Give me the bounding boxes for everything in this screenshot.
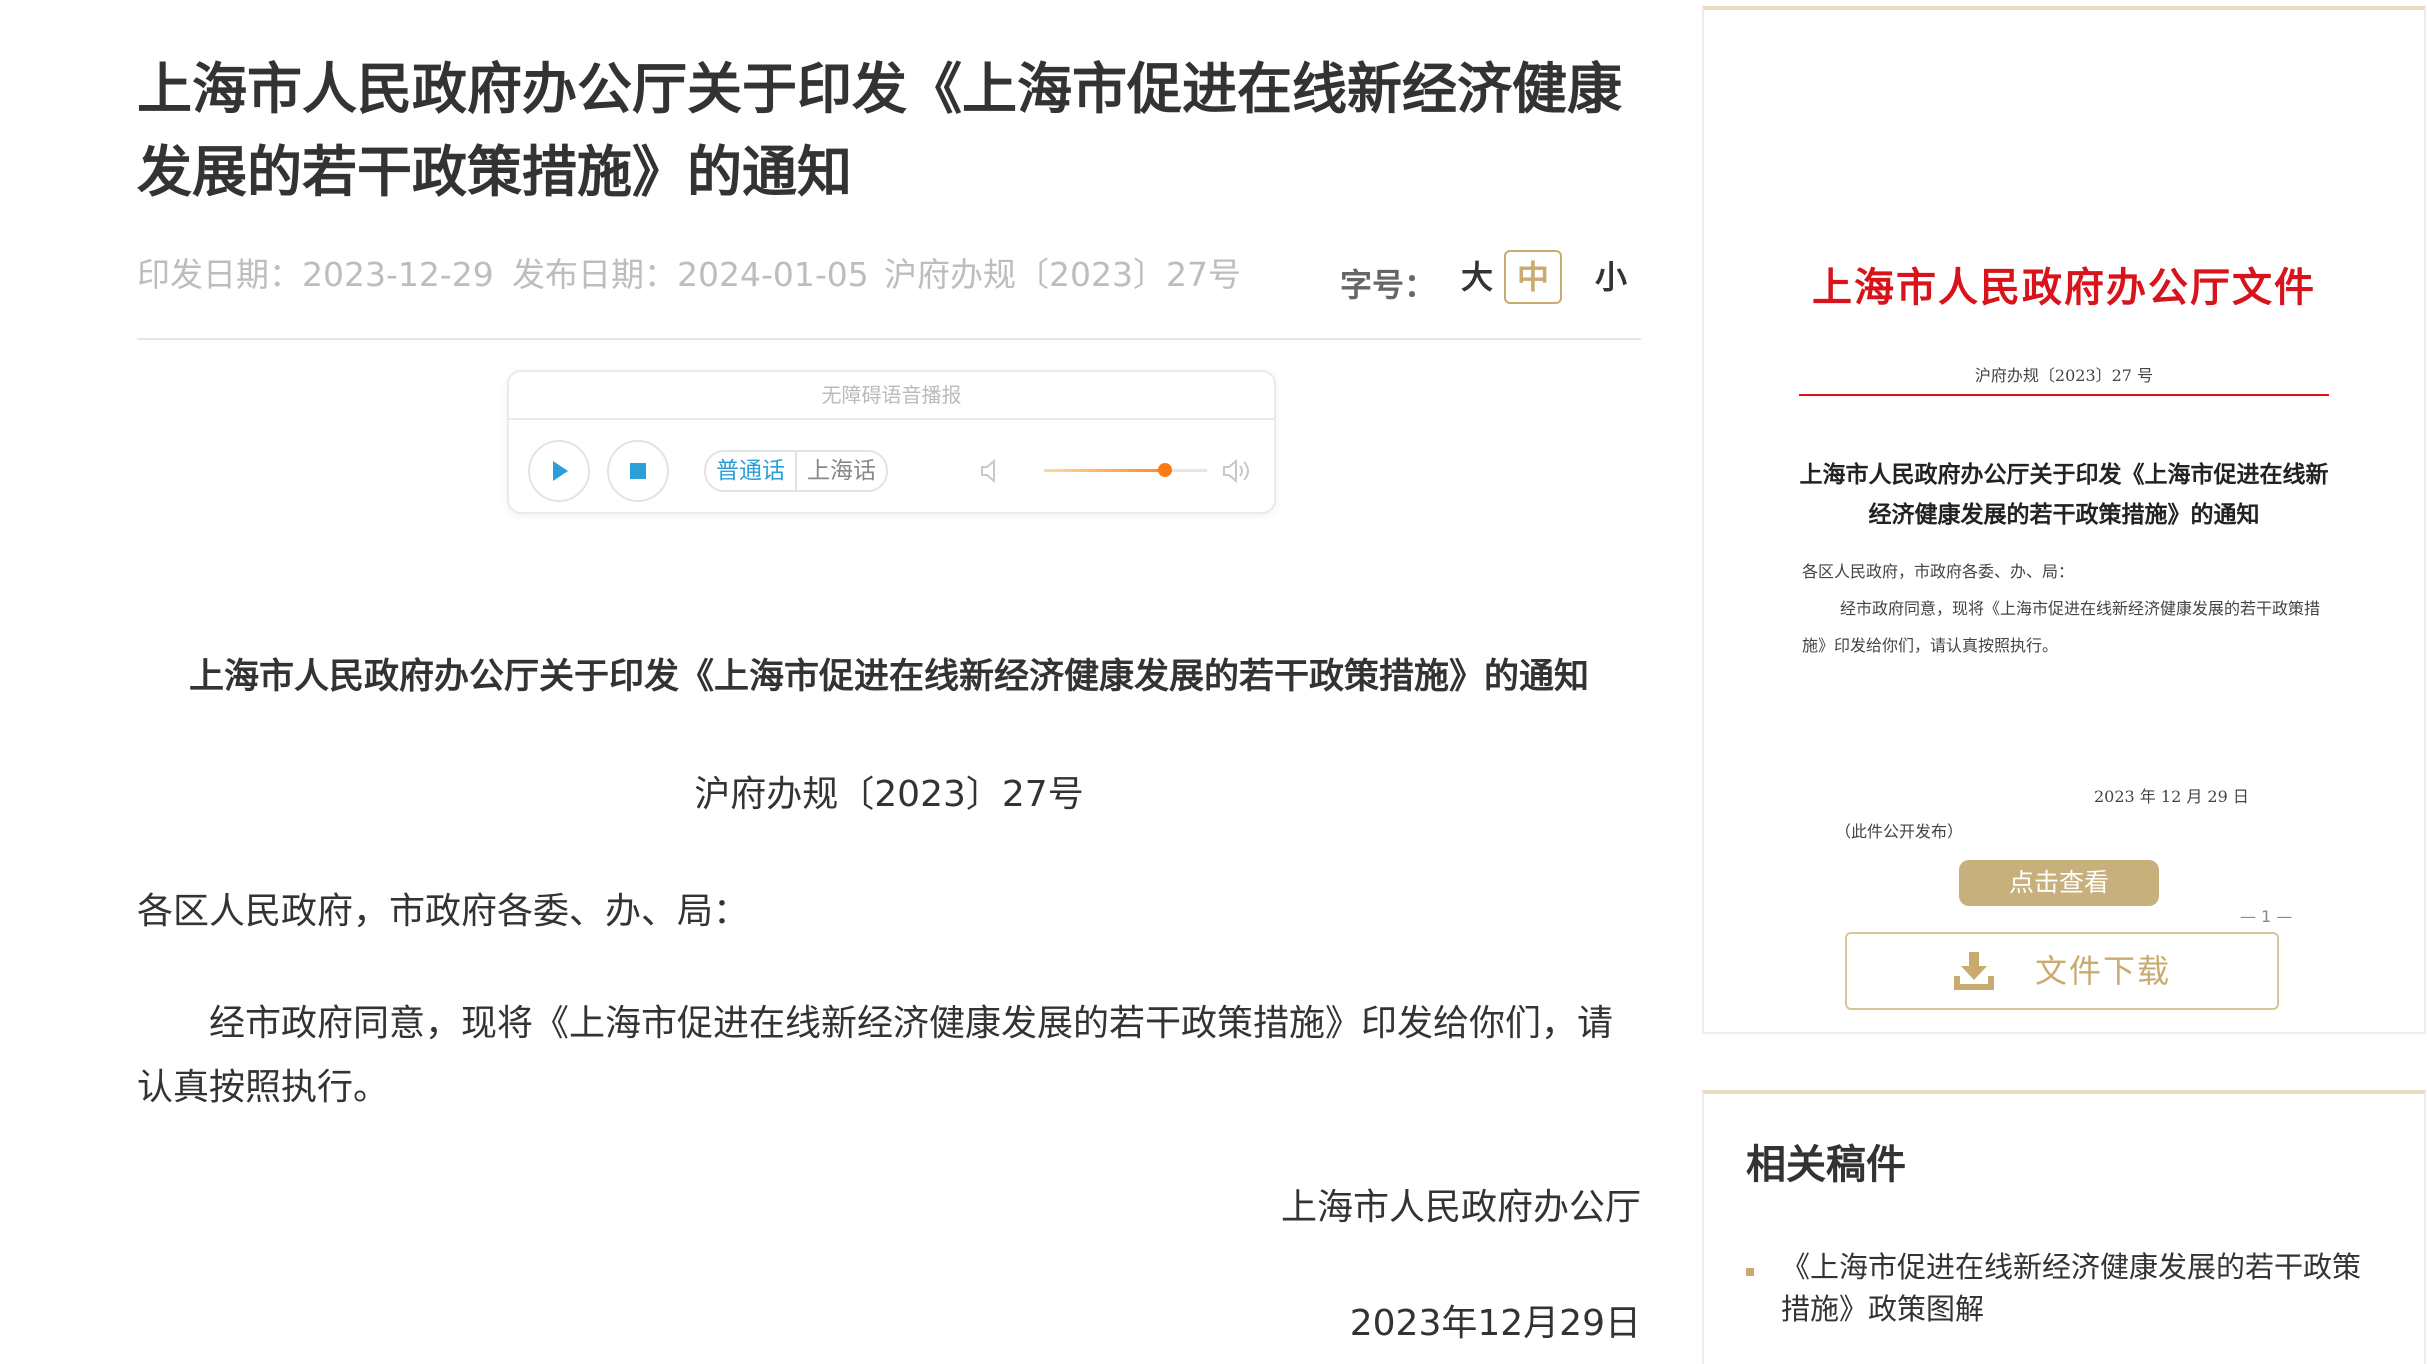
- issue-date: 印发日期：2023-12-29: [137, 255, 494, 294]
- meta-divider: [137, 338, 1641, 340]
- volume-high-icon[interactable]: [1219, 454, 1253, 488]
- related-articles-card: 相关稿件 《上海市促进在线新经济健康发展的若干政策措施》政策图解: [1702, 1090, 2426, 1364]
- preview-title: 上海市人民政府办公厅关于印发《上海市促进在线新经济健康发展的若干政策措施》的通知: [1799, 461, 2329, 528]
- volume-slider-fill: [1044, 469, 1165, 472]
- signature-date: 2023年12月29日: [1349, 1303, 1641, 1344]
- download-icon: [1954, 952, 1994, 990]
- volume-slider[interactable]: [1044, 463, 1207, 477]
- document-number: 沪府办规〔2023〕27号: [694, 774, 1084, 815]
- related-articles-title: 相关稿件: [1746, 1142, 1906, 1188]
- doc-number: 沪府办规〔2023〕27号: [884, 255, 1241, 294]
- stop-button[interactable]: [607, 440, 669, 502]
- article-meta: 印发日期：2023-12-29 发布日期：2024-01-05 沪府办规〔202…: [137, 248, 1641, 304]
- preview-header: 上海市人民政府办公厅文件: [1812, 264, 2316, 311]
- body-paragraph: 经市政府同意，现将《上海市促进在线新经济健康发展的若干政策措施》印发给你们，请认…: [137, 1003, 1614, 1108]
- play-icon: [553, 461, 568, 481]
- salutation: 各区人民政府，市政府各委、办、局：: [137, 891, 750, 932]
- language-shanghainese-button[interactable]: 上海话: [797, 452, 886, 490]
- preview-red-rule: [1799, 394, 2329, 396]
- preview-public-note: （此件公开发布）: [1835, 822, 1964, 841]
- volume-low-icon[interactable]: [974, 454, 1008, 488]
- font-size-small-button[interactable]: 小: [1582, 250, 1640, 304]
- preview-date: 2023 年 12 月 29 日: [2094, 787, 2249, 806]
- related-article-text: 《上海市促进在线新经济健康发展的若干政策措施》政策图解: [1781, 1250, 2362, 1326]
- bullet-icon: [1746, 1268, 1754, 1276]
- play-button[interactable]: [528, 440, 590, 502]
- stop-icon: [630, 463, 646, 479]
- page-title: 上海市人民政府办公厅关于印发《上海市促进在线新经济健康发展的若干政策措施》的通知: [137, 57, 1623, 204]
- volume-slider-handle[interactable]: [1157, 463, 1172, 477]
- font-size-medium-button[interactable]: 中: [1504, 250, 1562, 304]
- language-switcher: 普通话 上海话: [704, 450, 888, 492]
- download-label: 文件下载: [2035, 952, 2172, 990]
- download-button[interactable]: 文件下载: [1845, 932, 2279, 1010]
- preview-body: 经市政府同意，现将《上海市促进在线新经济健康发展的若干政策措施》印发给你们，请认…: [1802, 599, 2321, 655]
- player-header: 无障碍语音播报: [509, 372, 1274, 420]
- preview-page-number: — 1 —: [2240, 907, 2293, 926]
- document-title: 上海市人民政府办公厅关于印发《上海市促进在线新经济健康发展的若干政策措施》的通知: [188, 657, 1589, 697]
- language-mandarin-button[interactable]: 普通话: [706, 452, 797, 490]
- preview-salutation: 各区人民政府，市政府各委、办、局：: [1802, 562, 2075, 581]
- publish-date: 发布日期：2024-01-05: [512, 255, 869, 294]
- view-document-button[interactable]: 点击查看: [1959, 860, 2159, 906]
- preview-doc-number: 沪府办规〔2023〕27 号: [1974, 366, 2154, 385]
- signature: 上海市人民政府办公厅: [1280, 1187, 1641, 1228]
- font-size-large-button[interactable]: 大: [1448, 250, 1506, 304]
- audio-player: 无障碍语音播报 普通话 上海话: [507, 370, 1276, 514]
- document-preview[interactable]: 上海市人民政府办公厅文件 沪府办规〔2023〕27 号 上海市人民政府办公厅关于…: [1799, 10, 2329, 910]
- font-size-label: 字号：: [1340, 266, 1437, 304]
